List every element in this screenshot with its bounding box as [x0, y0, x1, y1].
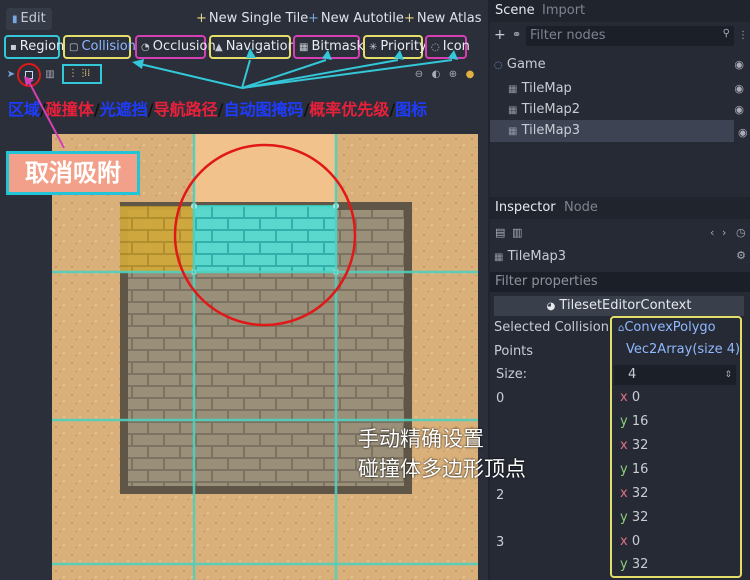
filter-properties-input[interactable]: Filter properties [490, 272, 750, 292]
point-1-y-field[interactable]: y 16 [620, 462, 736, 477]
point-index: 3 [496, 535, 505, 550]
history-icon[interactable]: ◷ [736, 226, 746, 239]
tileset-editor-panel: ▮ Edit + New Single Tile + New Autotile + Ne… [0, 0, 618, 580]
node-label: TileMap [521, 81, 572, 96]
scene-tabbar: Scene Import [490, 0, 750, 22]
visibility-icon[interactable]: ◉ [734, 99, 744, 120]
tilemap-icon: ▦ [508, 126, 518, 137]
tilemap-icon: ▦ [508, 84, 518, 95]
context-title: TilesetEditorContext [559, 298, 692, 313]
point-y-value: 32 [631, 510, 649, 525]
tilemap-icon: ▦ [494, 252, 504, 263]
x-axis-label: x [620, 438, 628, 453]
points-value-button[interactable]: Vec2Array(size 4) [626, 342, 740, 357]
filter-properties-placeholder: Filter properties [495, 274, 598, 289]
point-x-value: 32 [631, 486, 649, 501]
point-0-y-field[interactable]: y 16 [620, 414, 736, 429]
y-axis-label: y [620, 510, 628, 525]
annotation-line-2: 碰撞体多边形顶点 [358, 457, 526, 481]
scene-node-tilemap3[interactable]: ▦ TileMap3 [490, 120, 734, 142]
link-icon[interactable]: ⚭ [512, 28, 521, 41]
history-next-icon[interactable]: › [722, 226, 726, 239]
inspector-tabbar: Inspector Node [490, 197, 750, 219]
scene-node-game[interactable]: ◌ Game ◉ [490, 52, 750, 78]
annotation-note: 手动精确设置 碰撞体多边形顶点 [358, 424, 526, 484]
size-label: Size: [496, 367, 528, 382]
scene-node-tilemap[interactable]: ▦ TileMap ◉ [490, 78, 750, 99]
point-x-value: 0 [631, 534, 641, 549]
filter-nodes-input[interactable]: Filter nodes ⚲ [526, 26, 734, 46]
point-2-x-field[interactable]: x 32 [620, 486, 736, 501]
node-label: TileMap2 [521, 102, 581, 117]
node-label: Game [506, 57, 546, 72]
point-y-value: 32 [631, 557, 649, 572]
new-resource-icon[interactable]: ▤ [495, 226, 505, 239]
selected-collision-dropdown[interactable]: ⌂ConvexPolygo [618, 319, 738, 337]
inspector-object-name: TileMap3 [507, 249, 567, 264]
selected-collision-value: ConvexPolygo [624, 320, 716, 335]
y-axis-label: y [620, 557, 628, 572]
point-2-y-field[interactable]: y 32 [620, 510, 736, 525]
size-spinbox[interactable]: 4 ⇕ [614, 365, 736, 385]
visibility-icon[interactable]: ◉ [734, 52, 744, 78]
search-icon: ⚲ [722, 28, 730, 39]
tab-inspector[interactable]: Inspector [495, 200, 556, 215]
selected-collision-label: Selected Collision [494, 320, 609, 335]
annotation-line-1: 手动精确设置 [358, 427, 484, 451]
x-axis-label: x [620, 486, 628, 501]
x-axis-label: x [620, 534, 628, 549]
scene-tree: ◌ Game ◉ ▦ TileMap ◉ ▦ TileMap2 ◉ ▦ Tile… [490, 52, 750, 142]
point-y-value: 16 [631, 462, 649, 477]
open-folder-icon[interactable]: ▥ [512, 226, 522, 239]
add-node-icon[interactable]: + [494, 27, 506, 43]
object-tools-icon[interactable]: ⚙ [736, 249, 746, 262]
spinbox-arrows-icon: ⇕ [724, 370, 732, 380]
visibility-icon[interactable]: ◉ [734, 78, 744, 99]
x-axis-label: x [620, 390, 628, 405]
history-prev-icon[interactable]: ‹ [710, 226, 714, 239]
visibility-icon[interactable]: ◉ [738, 126, 748, 139]
point-x-value: 0 [631, 390, 641, 405]
scene-node-tilemap2[interactable]: ▦ TileMap2 ◉ [490, 99, 750, 120]
points-label: Points [494, 344, 534, 359]
point-y-value: 16 [631, 414, 649, 429]
size-value: 4 [628, 367, 637, 382]
point-x-value: 32 [631, 438, 649, 453]
context-icon: ◕ [546, 301, 556, 312]
tab-scene[interactable]: Scene [495, 3, 535, 18]
point-index: 0 [496, 391, 505, 406]
point-3-x-field[interactable]: x 0 [620, 534, 736, 549]
point-3-y-field[interactable]: y 32 [620, 557, 736, 572]
point-1-x-field[interactable]: x 32 [620, 438, 736, 453]
tab-import[interactable]: Import [542, 3, 585, 18]
point-0-x-field[interactable]: x 0 [620, 390, 736, 405]
tilemap-icon: ▦ [508, 105, 518, 116]
node2d-icon: ◌ [494, 60, 503, 71]
point-index: 2 [496, 488, 505, 503]
y-axis-label: y [620, 414, 628, 429]
inspector-object-bar[interactable]: ▦ TileMap3 ⚙ [494, 249, 746, 269]
options-icon[interactable]: ⋮ [738, 30, 748, 41]
tab-node[interactable]: Node [564, 200, 598, 215]
node-label: TileMap3 [521, 123, 581, 138]
filter-nodes-placeholder: Filter nodes [530, 28, 606, 43]
tileset-editor-context-header: ◕ TilesetEditorContext [494, 296, 744, 316]
right-dock: Scene Import + ⚭ Filter nodes ⚲ ⋮ ◌ Game… [490, 0, 750, 580]
y-axis-label: y [620, 462, 628, 477]
